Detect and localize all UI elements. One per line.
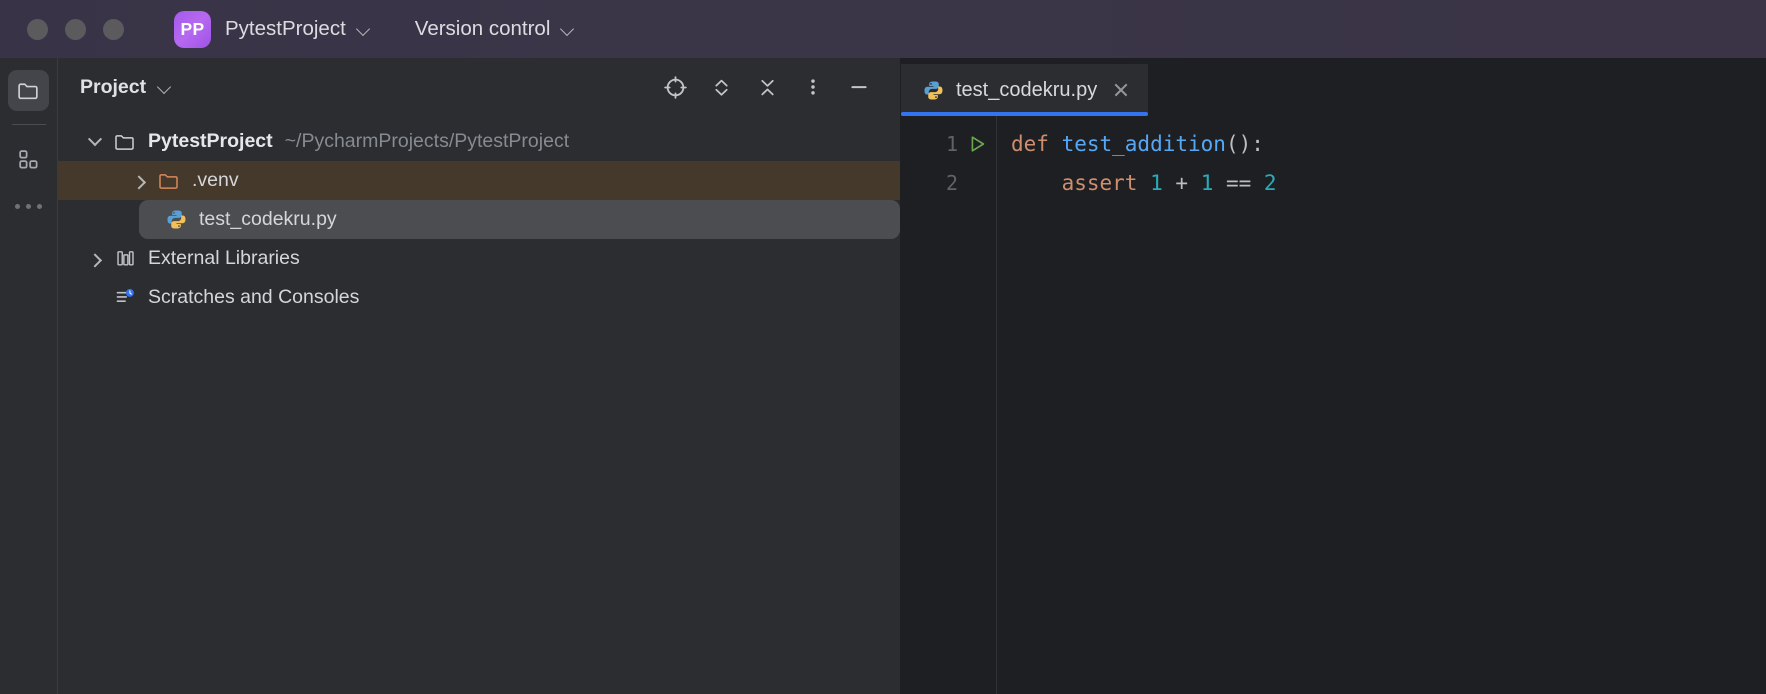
code-token-indent (1011, 171, 1062, 195)
rail-item-more[interactable] (15, 204, 42, 209)
code-token-number: 2 (1263, 170, 1277, 195)
project-tree: PytestProject ~/PycharmProjects/PytestPr… (58, 116, 900, 694)
chevron-down-icon (357, 23, 370, 36)
editor-tab-bar: test_codekru.py (901, 58, 1766, 116)
code-token-plain: (): (1225, 131, 1264, 156)
tree-row-test-codekru-py[interactable]: test_codekru.py (58, 200, 900, 239)
editor-tab-label: test_codekru.py (956, 78, 1098, 101)
chevron-down-icon (158, 81, 171, 94)
run-test-icon[interactable] (964, 133, 990, 155)
editor-area: test_codekru.py 1 2 def test_addition ()… (901, 58, 1766, 694)
python-file-icon (161, 208, 191, 231)
select-opened-file-button[interactable] (652, 64, 698, 110)
project-badge-label: PP (180, 18, 205, 39)
project-panel-title-label: Project (80, 75, 147, 98)
code-token-operator: + (1162, 170, 1201, 195)
editor-gutter: 1 2 (901, 116, 997, 694)
expand-all-icon (714, 79, 728, 96)
tree-path-project-root: ~/PycharmProjects/PytestProject (284, 130, 570, 152)
close-icon[interactable] (1110, 79, 1132, 101)
code-token-number: 1 (1150, 170, 1163, 195)
title-bar: PP PytestProject Version control (0, 0, 1766, 58)
maximize-window-button[interactable] (103, 18, 124, 40)
left-tool-rail (0, 58, 58, 694)
tree-label-project-root: PytestProject (148, 129, 273, 152)
rail-divider (11, 124, 46, 125)
tree-row-external-libraries[interactable]: External Libraries (58, 239, 900, 278)
tree-row-venv[interactable]: .venv (58, 161, 900, 200)
tree-label-test-codekru-py: test_codekru.py (199, 207, 337, 230)
folder-orange-icon (154, 169, 184, 193)
minimize-icon (851, 86, 867, 89)
line-number: 2 (945, 170, 958, 195)
project-panel-toolbar (652, 64, 900, 110)
project-name-label: PytestProject (225, 17, 346, 40)
close-window-button[interactable] (27, 18, 48, 40)
more-dots-icon (37, 204, 42, 209)
chevron-right-icon[interactable] (80, 252, 110, 267)
expand-all-button[interactable] (698, 64, 744, 110)
editor-tab-test-codekru-py[interactable]: test_codekru.py (901, 64, 1149, 116)
project-panel-header: Project (58, 58, 900, 116)
pycharm-window: PP PytestProject Version control Project… (0, 0, 1766, 694)
project-panel-title[interactable]: Project (80, 76, 171, 99)
chevron-right-icon[interactable] (124, 174, 154, 189)
window-traffic-lights (27, 18, 124, 40)
project-badge[interactable]: PP (174, 10, 211, 48)
main-body: Project PytestProject ~/PycharmProjects/… (0, 58, 1766, 694)
hide-panel-button[interactable] (836, 64, 882, 110)
code-token-keyword: def (1011, 131, 1062, 156)
tree-row-project-root[interactable]: PytestProject ~/PycharmProjects/PytestPr… (58, 122, 900, 161)
tree-row-scratches-and-consoles[interactable]: Scratches and Consoles (58, 278, 900, 317)
tree-label-venv: .venv (192, 168, 239, 191)
panel-options-button[interactable] (790, 64, 836, 110)
code-token-operator: == (1213, 170, 1264, 195)
more-dots-icon (26, 204, 31, 209)
chevron-down-icon (561, 23, 574, 36)
version-control-menu[interactable]: Version control (415, 17, 575, 41)
library-icon (110, 247, 140, 270)
code-text-area[interactable]: def test_addition (): assert 1 + 1 == 2 (997, 116, 1766, 694)
project-folder-icon (18, 83, 38, 100)
structure-squares-icon (19, 150, 38, 169)
rail-item-structure[interactable] (8, 139, 49, 180)
tree-label-external-libraries: External Libraries (148, 246, 300, 269)
code-line-1: def test_addition (): (997, 124, 1766, 163)
line-number: 1 (945, 131, 958, 156)
gutter-line-2: 2 (901, 163, 996, 202)
code-line-2: assert 1 + 1 == 2 (997, 163, 1766, 202)
more-vertical-dots-icon (811, 79, 815, 95)
code-token-number: 1 (1200, 170, 1214, 195)
minimize-window-button[interactable] (65, 18, 86, 40)
collapse-all-icon (760, 79, 774, 95)
collapse-all-button[interactable] (744, 64, 790, 110)
code-token-function: test_addition (1061, 131, 1226, 156)
python-file-icon (921, 79, 945, 102)
crosshair-target-icon (663, 75, 687, 99)
tree-label-scratches-and-consoles: Scratches and Consoles (148, 285, 360, 308)
gutter-line-1: 1 (901, 124, 996, 163)
project-name-menu[interactable]: PytestProject (225, 17, 370, 41)
project-tool-window: Project PytestProject ~/PycharmProjects/… (58, 58, 901, 694)
version-control-label: Version control (414, 17, 551, 40)
more-dots-icon (15, 204, 20, 209)
rail-item-project[interactable] (8, 70, 49, 111)
code-token-keyword: assert (1061, 170, 1151, 195)
scratches-icon (110, 286, 140, 309)
folder-icon (110, 130, 140, 154)
chevron-down-icon[interactable] (80, 131, 110, 147)
code-view[interactable]: 1 2 def test_addition (): assert 1 + 1 =… (901, 116, 1766, 694)
